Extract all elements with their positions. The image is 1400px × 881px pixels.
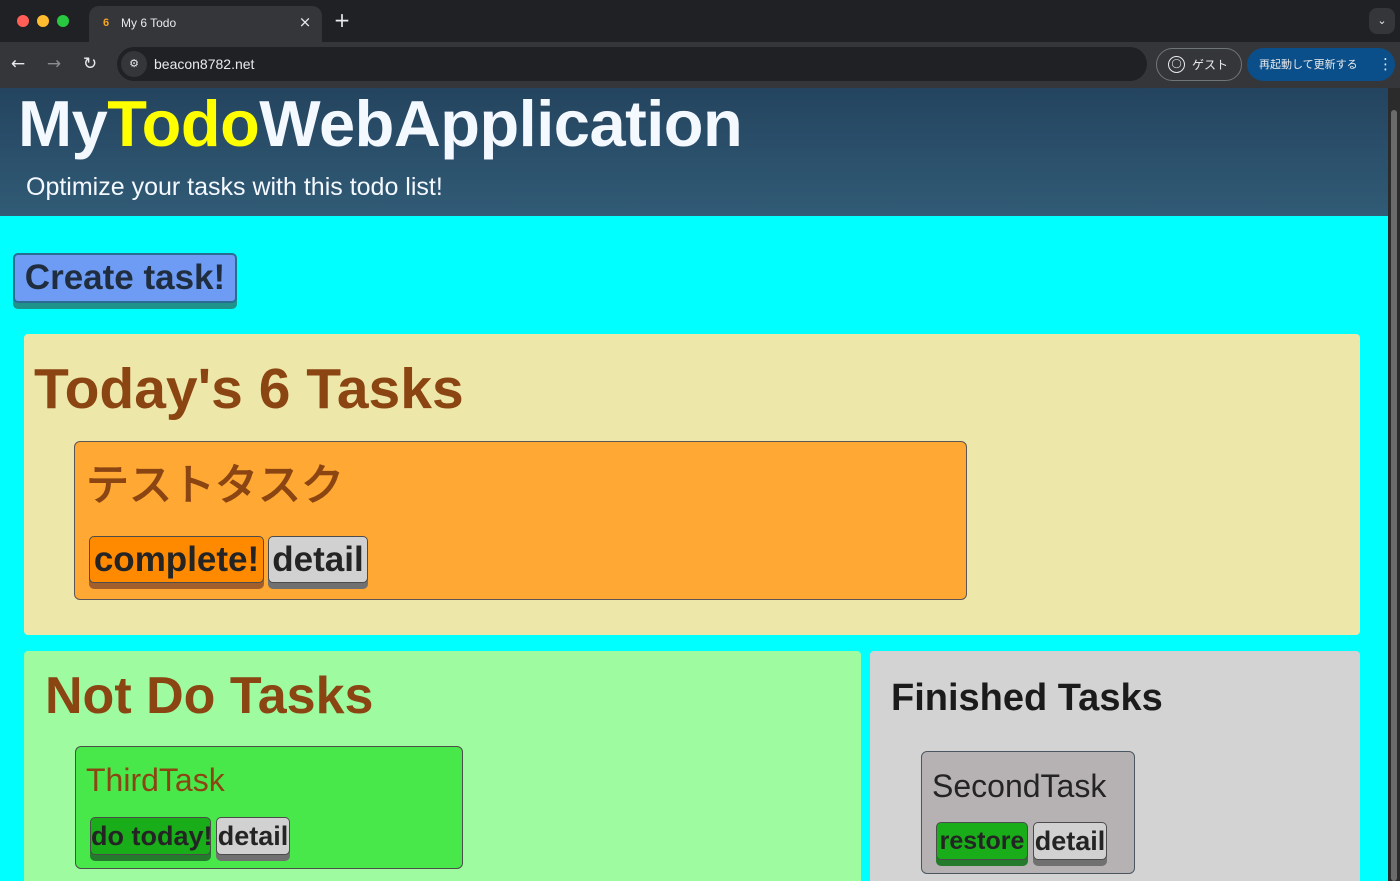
tab-close-icon[interactable]: × [296, 13, 314, 31]
browser-tab-bar: 6 My 6 Todo × + ⌄ [0, 0, 1400, 42]
web-page: MyTodoWebApplication Optimize your tasks… [0, 88, 1388, 881]
title-part-todo: Todo [107, 88, 260, 160]
more-options-icon[interactable]: ⋮ [1378, 55, 1393, 73]
today-task-detail-button[interactable]: detail [268, 536, 368, 583]
tab-favicon-icon: 6 [102, 17, 110, 29]
guest-profile-icon: ◯ [1168, 56, 1185, 73]
tab-title: My 6 Todo [121, 16, 177, 30]
browser-toolbar: ← → ↻ ⚙ beacon8782.net ◯ ゲスト 再起動して更新する ⋮ [0, 42, 1400, 88]
not-do-task-title: ThirdTask [86, 762, 225, 798]
today-task-title: テストタスク [86, 461, 344, 511]
new-tab-icon[interactable]: + [332, 10, 352, 30]
relaunch-update-button[interactable]: 再起動して更新する ⋮ [1247, 48, 1395, 81]
maximize-window-button[interactable] [57, 15, 69, 27]
address-bar[interactable]: ⚙ beacon8782.net [117, 47, 1147, 81]
close-window-button[interactable] [17, 15, 29, 27]
finished-task-detail-button[interactable]: detail [1033, 822, 1107, 860]
active-browser-tab[interactable]: 6 My 6 Todo × [89, 6, 322, 42]
restore-task-button[interactable]: restore [936, 822, 1028, 860]
finished-tasks-heading: Finished Tasks [891, 677, 1163, 719]
create-task-button[interactable]: Create task! [13, 253, 237, 303]
reload-icon[interactable]: ↻ [79, 53, 101, 75]
not-do-tasks-section: Not Do Tasks ThirdTask do today! detail [24, 651, 861, 881]
site-header: MyTodoWebApplication Optimize your tasks… [0, 88, 1388, 216]
guest-label: ゲスト [1192, 58, 1229, 72]
site-subtitle: Optimize your tasks with this todo list! [26, 173, 443, 201]
url-text[interactable]: beacon8782.net [154, 55, 254, 73]
guest-profile-button[interactable]: ◯ ゲスト [1156, 48, 1242, 81]
site-info-icon[interactable]: ⚙ [121, 51, 147, 77]
today-task-card: テストタスク complete! detail [74, 441, 967, 600]
page-scrollbar[interactable] [1388, 88, 1400, 881]
relaunch-update-label: 再起動して更新する [1259, 58, 1358, 71]
title-part-my: My [18, 88, 108, 160]
finished-task-title: SecondTask [932, 768, 1107, 804]
back-icon[interactable]: ← [7, 53, 29, 75]
do-today-button[interactable]: do today! [90, 817, 213, 855]
title-part-webapplication: WebApplication [259, 88, 743, 160]
not-do-tasks-heading: Not Do Tasks [45, 667, 374, 725]
finished-task-card: SecondTask restore detail [921, 751, 1135, 874]
not-do-task-card: ThirdTask do today! detail [75, 746, 463, 869]
today-tasks-heading: Today's 6 Tasks [34, 357, 464, 421]
site-title: MyTodoWebApplication [18, 88, 743, 160]
today-tasks-section: Today's 6 Tasks テストタスク complete! detail [24, 334, 1360, 635]
scrollbar-thumb[interactable] [1391, 110, 1397, 881]
finished-tasks-section: Finished Tasks SecondTask restore detail [870, 651, 1360, 881]
not-do-task-detail-button[interactable]: detail [216, 817, 290, 855]
forward-icon[interactable]: → [43, 53, 65, 75]
tab-menu-icon[interactable]: ⌄ [1369, 8, 1395, 34]
complete-task-button[interactable]: complete! [89, 536, 264, 583]
minimize-window-button[interactable] [37, 15, 49, 27]
